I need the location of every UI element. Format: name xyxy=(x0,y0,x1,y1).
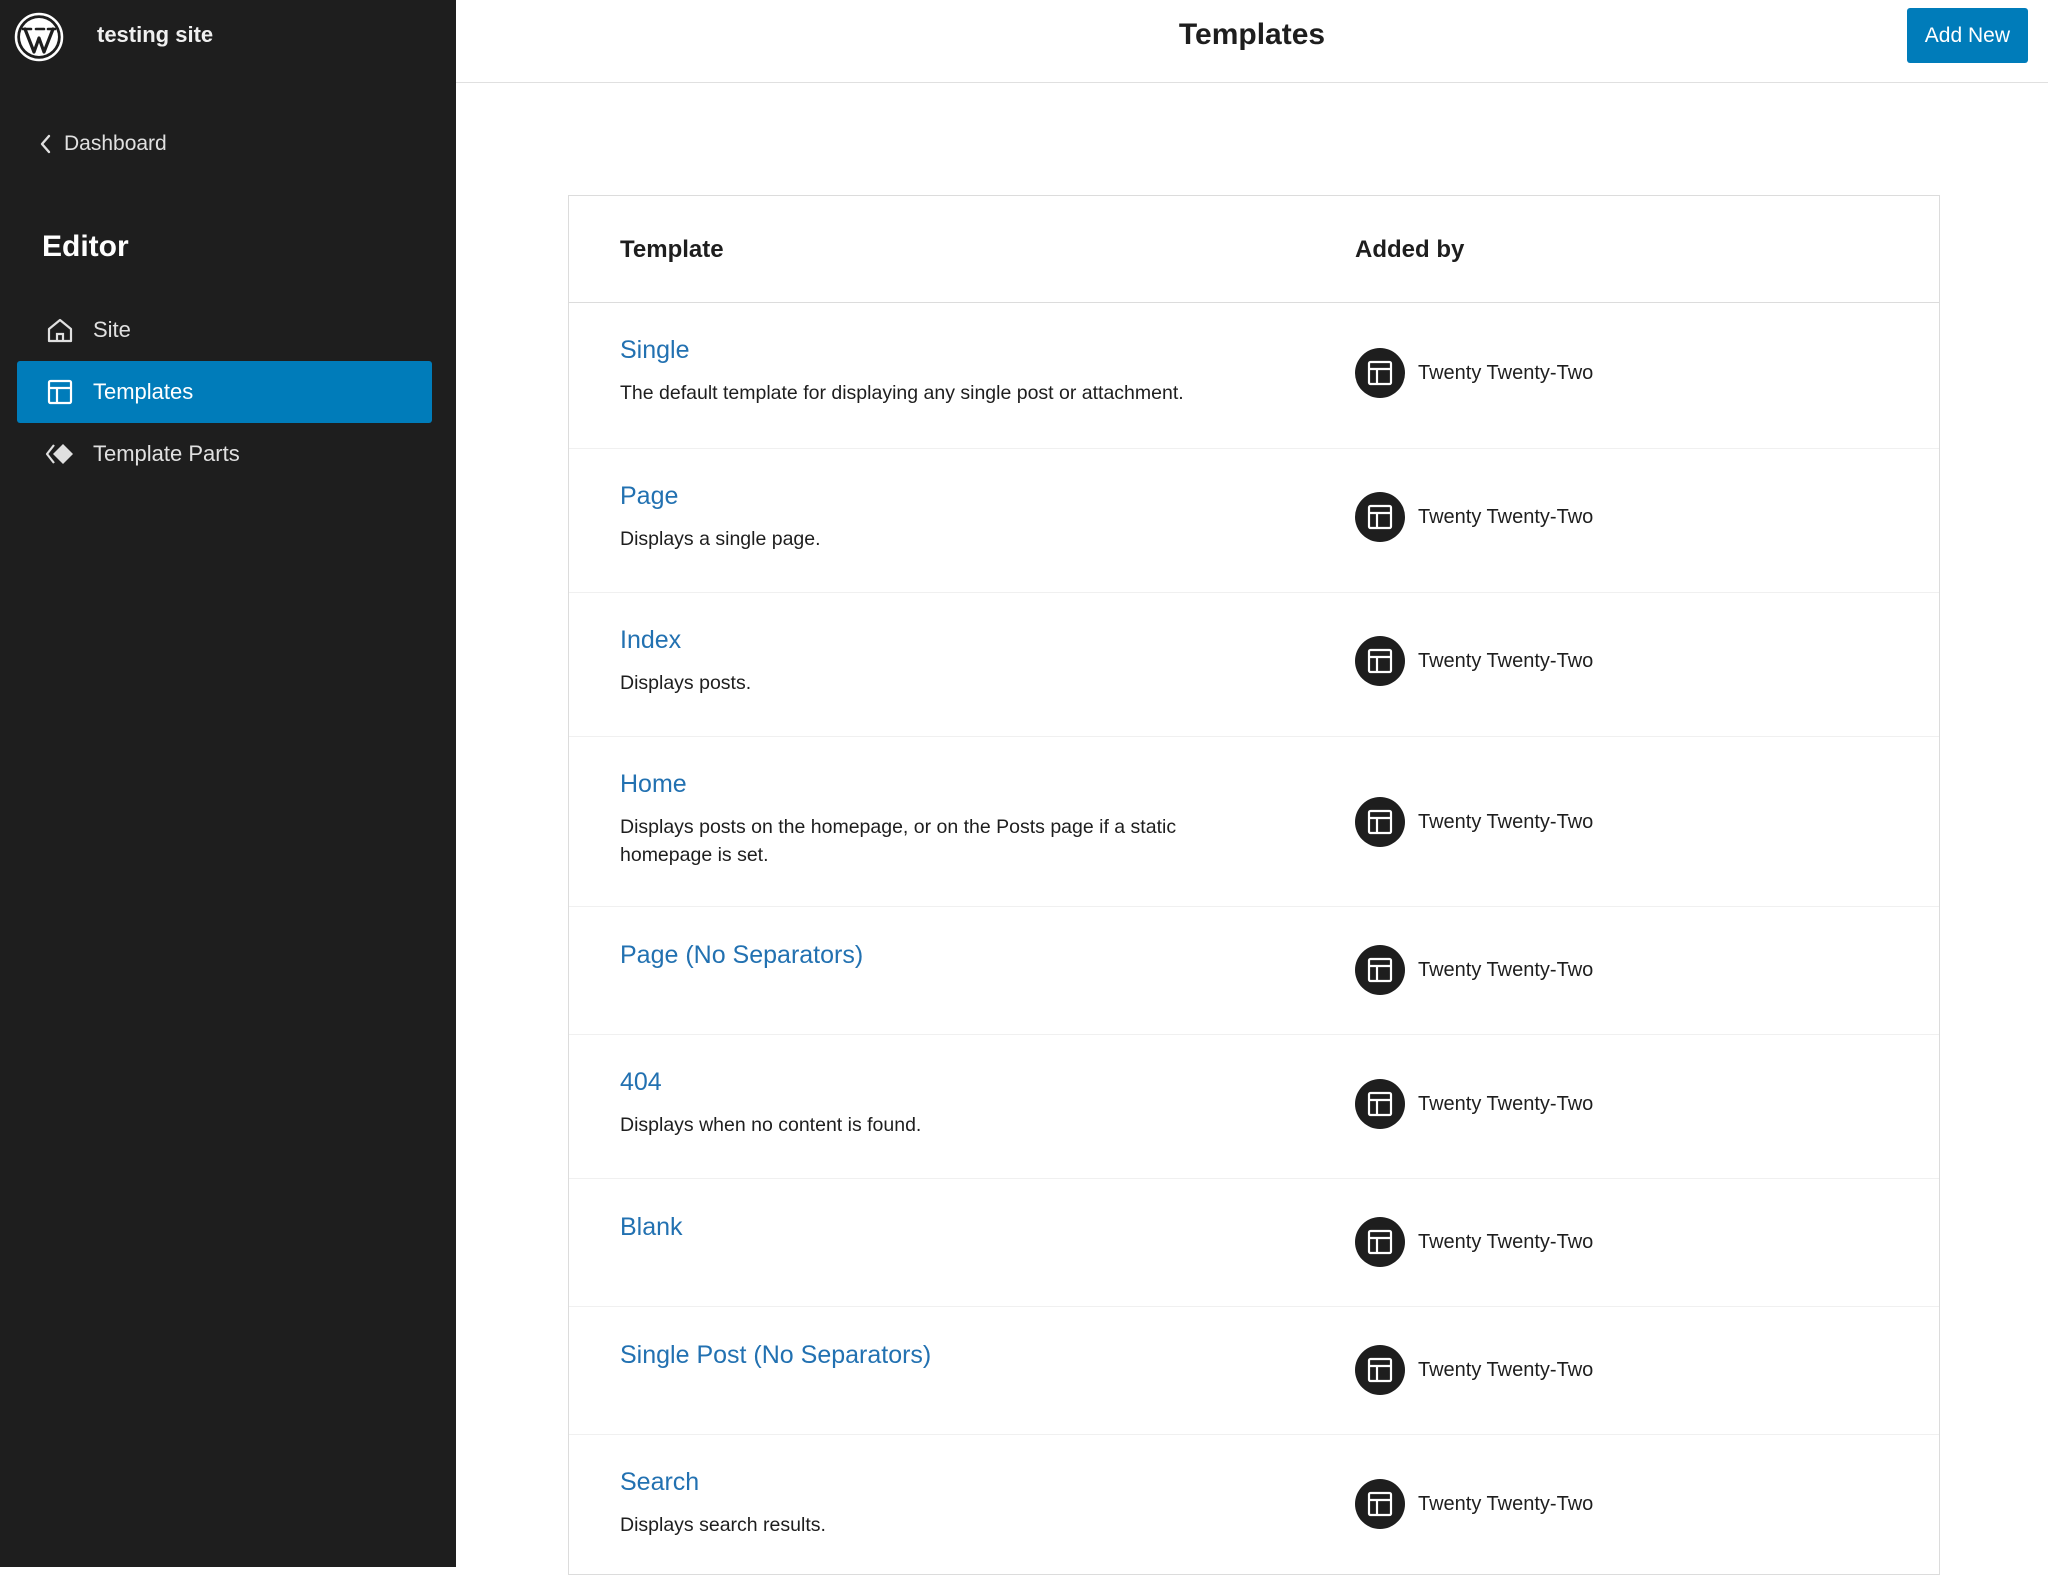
added-by-label: Twenty Twenty-Two xyxy=(1418,958,1594,981)
template-name-link[interactable]: Blank xyxy=(620,1213,683,1242)
added-by-cell: Twenty Twenty-Two xyxy=(1355,492,1593,542)
theme-avatar xyxy=(1355,797,1405,847)
added-by-cell: Twenty Twenty-Two xyxy=(1355,636,1593,686)
layout-icon xyxy=(1367,648,1393,674)
template-description: Displays when no content is found. xyxy=(620,1114,922,1136)
template-description: Displays posts. xyxy=(620,672,752,694)
sidebar-nav: Site Templates Template Parts xyxy=(17,299,432,485)
layout-icon xyxy=(1367,1491,1393,1517)
added-by-cell: Twenty Twenty-Two xyxy=(1355,1217,1593,1267)
template-description: Displays a single page. xyxy=(620,528,821,550)
template-name-link[interactable]: Search xyxy=(620,1468,699,1497)
back-link-label: Dashboard xyxy=(64,132,167,155)
table-row: Index Displays posts. Twenty Twenty-Two xyxy=(569,592,1939,737)
theme-avatar xyxy=(1355,1479,1405,1529)
added-by-label: Twenty Twenty-Two xyxy=(1418,810,1594,833)
chevron-left-icon xyxy=(40,134,51,154)
added-by-cell: Twenty Twenty-Two xyxy=(1355,348,1593,398)
sidebar-item-label: Templates xyxy=(93,379,194,404)
theme-avatar xyxy=(1355,945,1405,995)
sidebar-item-templates[interactable]: Templates xyxy=(17,361,432,423)
sidebar-item-site[interactable]: Site xyxy=(17,299,432,361)
sidebar-item-label: Site xyxy=(93,317,131,342)
template-description: Displays posts on the homepage, or on th… xyxy=(620,816,1177,866)
symbol-filled-icon xyxy=(45,444,73,464)
table-row: Page (No Separators) Twenty Twenty-Two xyxy=(569,906,1939,1035)
table-row: Single Post (No Separators) Twenty Twenty… xyxy=(569,1306,1939,1435)
theme-avatar xyxy=(1355,1345,1405,1395)
added-by-label: Twenty Twenty-Two xyxy=(1418,1230,1594,1253)
template-name-link[interactable]: Page (No Separators) xyxy=(620,941,863,970)
theme-avatar xyxy=(1355,636,1405,686)
table-row: 404 Displays when no content is found. Twe… xyxy=(569,1034,1939,1179)
added-by-label: Twenty Twenty-Two xyxy=(1418,649,1594,672)
sidebar: testing site Dashboard Editor Site Templ… xyxy=(0,0,456,1567)
added-by-label: Twenty Twenty-Two xyxy=(1418,505,1594,528)
layout-icon xyxy=(1367,809,1393,835)
templates-table: Template Added by Single The default temp… xyxy=(568,195,1940,1575)
layout-icon xyxy=(1367,1091,1393,1117)
sidebar-item-template-parts[interactable]: Template Parts xyxy=(17,423,432,485)
wordpress-logo-icon xyxy=(14,12,64,62)
table-row: Home Displays posts on the homepage, or o… xyxy=(569,736,1939,907)
layout-icon xyxy=(1367,1229,1393,1255)
theme-avatar xyxy=(1355,348,1405,398)
table-row: Blank Twenty Twenty-Two xyxy=(569,1178,1939,1307)
added-by-label: Twenty Twenty-Two xyxy=(1418,1492,1594,1515)
home-icon xyxy=(47,318,73,343)
layout-icon xyxy=(47,379,73,405)
added-by-cell: Twenty Twenty-Two xyxy=(1355,1345,1593,1395)
theme-avatar xyxy=(1355,1217,1405,1267)
column-header-added-by: Added by xyxy=(1355,236,1465,263)
sidebar-section-title: Editor xyxy=(42,230,129,263)
template-name-link[interactable]: Single xyxy=(620,336,690,365)
site-icon-button[interactable] xyxy=(14,12,64,62)
template-name-link[interactable]: Index xyxy=(620,626,681,655)
template-name-link[interactable]: Single Post (No Separators) xyxy=(620,1341,931,1370)
table-row: Page Displays a single page. Twenty Twenty… xyxy=(569,448,1939,593)
page-title: Templates xyxy=(1178,18,1326,51)
added-by-label: Twenty Twenty-Two xyxy=(1418,1092,1594,1115)
layout-icon xyxy=(1367,957,1393,983)
add-new-button[interactable]: Add New xyxy=(1906,8,2028,63)
back-to-dashboard-link[interactable]: Dashboard xyxy=(38,132,167,156)
main-content: Templates Add New Template Added by Sing… xyxy=(456,0,2048,1575)
added-by-cell: Twenty Twenty-Two xyxy=(1355,1079,1593,1129)
header: Templates Add New xyxy=(456,0,2048,83)
layout-icon xyxy=(1367,1357,1393,1383)
template-name-link[interactable]: Page xyxy=(620,482,678,511)
added-by-label: Twenty Twenty-Two xyxy=(1418,1358,1594,1381)
table-row: Search Displays search results. Twenty Twe… xyxy=(569,1434,1939,1578)
table-row: Single The default template for displayin… xyxy=(569,302,1939,449)
layout-icon xyxy=(1367,504,1393,530)
added-by-cell: Twenty Twenty-Two xyxy=(1355,797,1593,847)
added-by-label: Twenty Twenty-Two xyxy=(1418,361,1594,384)
table-header: Template Added by xyxy=(569,196,1939,303)
added-by-cell: Twenty Twenty-Two xyxy=(1355,945,1593,995)
template-name-link[interactable]: 404 xyxy=(620,1068,662,1097)
theme-avatar xyxy=(1355,492,1405,542)
added-by-cell: Twenty Twenty-Two xyxy=(1355,1479,1593,1529)
template-description: Displays search results. xyxy=(620,1514,826,1536)
theme-avatar xyxy=(1355,1079,1405,1129)
sidebar-item-label: Template Parts xyxy=(93,441,240,466)
layout-icon xyxy=(1367,360,1393,386)
template-description: The default template for displaying any … xyxy=(620,382,1184,404)
column-header-template: Template xyxy=(620,236,724,263)
template-name-link[interactable]: Home xyxy=(620,770,687,799)
site-name[interactable]: testing site xyxy=(97,22,213,48)
